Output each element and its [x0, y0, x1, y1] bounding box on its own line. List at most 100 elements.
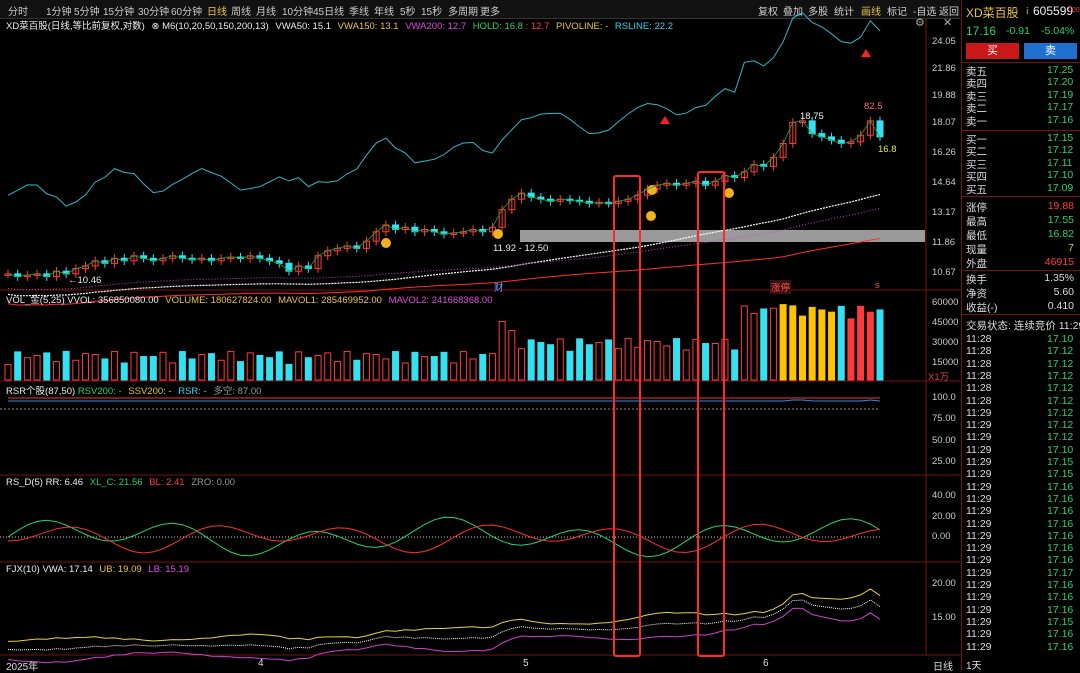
volume-bar: [275, 351, 283, 381]
signal-marker-icon: [646, 211, 656, 221]
axis-tick: 30000: [932, 337, 959, 348]
up-triangle-marker: [660, 116, 670, 124]
bid-price[interactable]: 17.09: [1047, 182, 1073, 194]
volume-bar: [702, 343, 710, 381]
close-icon[interactable]: ⊗: [151, 21, 159, 32]
volume-bar: [605, 339, 613, 381]
ask-price[interactable]: 17.17: [1047, 101, 1073, 113]
tick-price: 17.16: [1047, 492, 1074, 505]
ask-price[interactable]: 17.16: [1047, 114, 1073, 126]
volume-bar: [295, 351, 303, 381]
ask-price[interactable]: 17.25: [1047, 64, 1073, 76]
sell-button[interactable]: 卖: [1024, 43, 1077, 59]
axis-tick: 15000: [932, 357, 959, 368]
range-label: 11.92 - 12.50: [493, 243, 549, 254]
volume-bar: [324, 352, 332, 381]
tick-time: 11:28: [966, 382, 992, 395]
bid-price[interactable]: 17.15: [1047, 132, 1073, 144]
candle-body: [876, 120, 884, 138]
tick-time: 11:29: [966, 542, 992, 555]
volume-bar: [682, 349, 690, 381]
tick-time: 11:28: [966, 369, 992, 382]
tick-time: 11:29: [966, 456, 992, 468]
tick-price: 17.12: [1047, 357, 1074, 370]
volume-bar: [62, 350, 70, 381]
tick-time: 11:29: [966, 579, 992, 591]
volume-bar: [440, 351, 448, 381]
volume-bar: [130, 351, 138, 381]
volume-bar: [595, 341, 603, 381]
volume-bar: [508, 330, 516, 381]
bid-price[interactable]: 17.10: [1047, 169, 1073, 181]
volume-bar: [518, 348, 526, 381]
period-label[interactable]: 日线: [933, 658, 953, 673]
tick-price: 17.16: [1047, 591, 1074, 604]
volume-bar: [217, 359, 225, 381]
axis-tick: 18.07: [932, 117, 956, 128]
volume-bar: [779, 304, 787, 381]
buy-button[interactable]: 买: [966, 43, 1019, 59]
volume-bar: [585, 344, 593, 381]
tick-time: 11:29: [966, 480, 992, 493]
volume-bar: [837, 305, 845, 381]
hold-line: [7, 120, 881, 277]
axis-tick: 0.00: [932, 531, 951, 542]
volume-bar: [876, 309, 884, 381]
fjx-title: FJX(10): [6, 564, 40, 575]
ask-price[interactable]: 17.19: [1047, 89, 1073, 101]
bid-price[interactable]: 17.11: [1047, 157, 1073, 169]
tick-time: 11:29: [966, 468, 992, 481]
tick-time: 11:28: [966, 357, 992, 370]
volume-bar: [120, 362, 128, 381]
tick-time: 11:28: [966, 394, 992, 407]
volume-bar: [362, 353, 370, 381]
vvol-value: VVOL: 356850080.00: [67, 295, 159, 306]
tick-price: 17.10: [1047, 333, 1074, 345]
volume-bar: [207, 353, 215, 381]
volume-bar: [4, 363, 12, 381]
trade-status: 交易状态: 连续竞价 11:29: [966, 320, 1080, 332]
vol-header: VOL_金(5,25) VVOL: 356850080.00 VOLUME: 1…: [6, 292, 492, 306]
settings-icon[interactable]: ⚙: [915, 16, 925, 29]
stat-value: 0.410: [1047, 300, 1074, 312]
candle-body: [808, 120, 816, 135]
tick-time: 11:29: [966, 591, 992, 604]
high-label: 18.75: [800, 111, 824, 122]
bid-price[interactable]: 17.12: [1047, 144, 1073, 156]
tick-time: 11:28: [966, 333, 992, 345]
stat-value: 19.88: [1047, 200, 1074, 212]
tick-price: 17.16: [1047, 628, 1074, 641]
tick-price: 17.16: [1047, 529, 1074, 542]
ub-line: [7, 588, 881, 642]
volume-bar: [285, 363, 293, 381]
zro-value: ZRO: 0.00: [191, 477, 236, 488]
stock-code-suffix: 0000: [1068, 7, 1080, 14]
ask-price[interactable]: 17.20: [1047, 76, 1073, 88]
stat-label: 换手: [966, 274, 987, 286]
axis-tick: 40.00: [932, 490, 956, 501]
volume-bar: [304, 357, 312, 381]
pivoline-value: PIVOLINE: -: [556, 21, 609, 32]
sidebar-divider: [962, 270, 1080, 271]
close-chart-icon[interactable]: ✕: [943, 16, 952, 29]
tick-time: 11:28: [966, 345, 992, 358]
rsr-line: [8, 399, 881, 402]
vwa200-line: [7, 207, 881, 291]
info-icon[interactable]: ⅰ: [1026, 6, 1029, 17]
volume-bar: [227, 350, 235, 381]
tick-price: 17.15: [1047, 468, 1074, 481]
tick-price: 17.17: [1047, 566, 1074, 579]
sidebar-divider: [962, 130, 1080, 131]
volume-bar: [673, 338, 681, 381]
tick-time: 11:29: [966, 443, 992, 456]
tick-price: 17.16: [1047, 480, 1074, 493]
stat-value: 7: [1068, 242, 1074, 254]
tick-price: 17.12: [1047, 431, 1074, 444]
stock-name: XD菜百股: [966, 6, 1019, 20]
tick-time: 11:29: [966, 431, 992, 444]
volume-value: VOLUME: 180627824.00: [165, 295, 272, 306]
volume-bar: [798, 315, 806, 381]
stat-value: 1.35%: [1044, 272, 1074, 284]
volume-bar: [198, 353, 206, 381]
vwa150-value: VWA150: 13.1: [337, 21, 399, 32]
